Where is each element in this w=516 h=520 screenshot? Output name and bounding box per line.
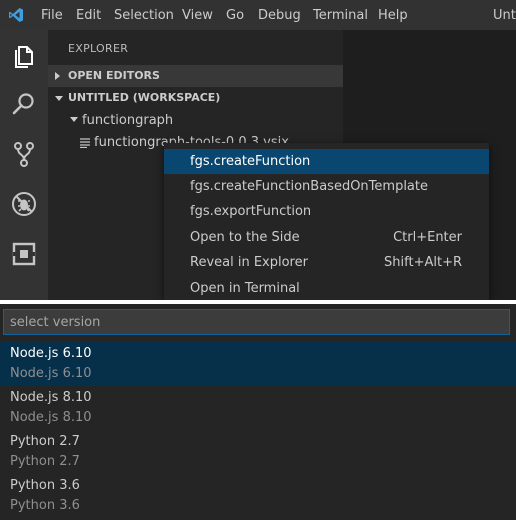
- menu-item-shortcut: Ctrl+Enter: [393, 230, 462, 245]
- menu-item-label: Open in Terminal: [190, 281, 300, 296]
- menu-file[interactable]: File: [41, 8, 63, 23]
- quick-pick-item-python-3-6[interactable]: Python 3.6 Python 3.6: [0, 474, 516, 518]
- source-control-icon[interactable]: [10, 140, 38, 168]
- section-workspace[interactable]: UNTITLED (WORKSPACE): [48, 87, 343, 109]
- quick-pick-item-description: Node.js 6.10: [10, 366, 92, 381]
- quick-pick-item-node-8-10[interactable]: Node.js 8.10 Node.js 8.10: [0, 386, 516, 430]
- folder-item[interactable]: functiongraph: [48, 110, 343, 132]
- file-lines-icon: [80, 138, 90, 148]
- quick-pick-item-label: Python 2.7: [10, 434, 80, 449]
- vscode-logo-icon: [9, 8, 23, 22]
- menu-item-label: fgs.createFunction: [190, 154, 311, 169]
- folder-label: functiongraph: [82, 113, 174, 128]
- version-search-input[interactable]: [3, 309, 510, 335]
- explorer-title: EXPLORER: [68, 42, 129, 55]
- vscode-window: File Edit Selection View Go Debug Termin…: [0, 0, 516, 300]
- menu-edit[interactable]: Edit: [76, 8, 101, 23]
- activity-bar: [0, 30, 48, 300]
- menu-go[interactable]: Go: [226, 8, 244, 23]
- explorer-icon[interactable]: [10, 42, 38, 70]
- section-open-editors[interactable]: OPEN EDITORS: [48, 65, 343, 87]
- menu-item-label: fgs.exportFunction: [190, 204, 312, 219]
- menu-selection[interactable]: Selection: [114, 8, 174, 23]
- quick-pick-item-description: Python 2.7: [10, 454, 80, 469]
- menu-view[interactable]: View: [182, 8, 213, 23]
- window-title: Unti: [493, 8, 516, 23]
- menu-item-label: Reveal in Explorer: [190, 255, 308, 270]
- quick-pick-item-description: Python 3.6: [10, 498, 80, 513]
- search-icon[interactable]: [10, 90, 38, 118]
- menu-item-label: Open to the Side: [190, 230, 300, 245]
- menu-item-create-function[interactable]: fgs.createFunction: [164, 149, 489, 174]
- chevron-down-icon: [55, 96, 63, 101]
- menu-item-create-function-template[interactable]: fgs.createFunctionBasedOnTemplate: [164, 174, 489, 199]
- menu-item-open-to-side[interactable]: Open to the Side Ctrl+Enter: [164, 225, 489, 250]
- quick-pick-item-node-6-10[interactable]: Node.js 6.10 Node.js 6.10: [0, 342, 516, 386]
- chevron-right-icon: [55, 72, 60, 80]
- title-bar: File Edit Selection View Go Debug Termin…: [0, 0, 516, 30]
- debug-icon[interactable]: [10, 190, 38, 218]
- menu-terminal[interactable]: Terminal: [313, 8, 368, 23]
- menu-debug[interactable]: Debug: [258, 8, 301, 23]
- section-label: OPEN EDITORS: [68, 69, 160, 82]
- quick-pick-item-python-2-7[interactable]: Python 2.7 Python 2.7: [0, 430, 516, 474]
- context-menu: fgs.createFunction fgs.createFunctionBas…: [164, 143, 489, 300]
- menu-item-export-function[interactable]: fgs.exportFunction: [164, 199, 489, 224]
- menu-help[interactable]: Help: [378, 8, 408, 23]
- menu-item-open-in-terminal[interactable]: Open in Terminal: [164, 276, 489, 300]
- quick-pick-item-label: Node.js 8.10: [10, 390, 92, 405]
- quick-pick: Node.js 6.10 Node.js 6.10 Node.js 8.10 N…: [0, 304, 516, 520]
- quick-pick-item-label: Python 3.6: [10, 478, 80, 493]
- menu-item-label: fgs.createFunctionBasedOnTemplate: [190, 179, 428, 194]
- menu-item-reveal-in-explorer[interactable]: Reveal in Explorer Shift+Alt+R: [164, 250, 489, 275]
- menu-item-shortcut: Shift+Alt+R: [384, 255, 462, 270]
- quick-pick-item-label: Node.js 6.10: [10, 346, 92, 361]
- section-label: UNTITLED (WORKSPACE): [68, 91, 221, 104]
- quick-pick-item-description: Node.js 8.10: [10, 410, 92, 425]
- extensions-icon[interactable]: [10, 240, 38, 268]
- chevron-down-icon: [70, 117, 78, 122]
